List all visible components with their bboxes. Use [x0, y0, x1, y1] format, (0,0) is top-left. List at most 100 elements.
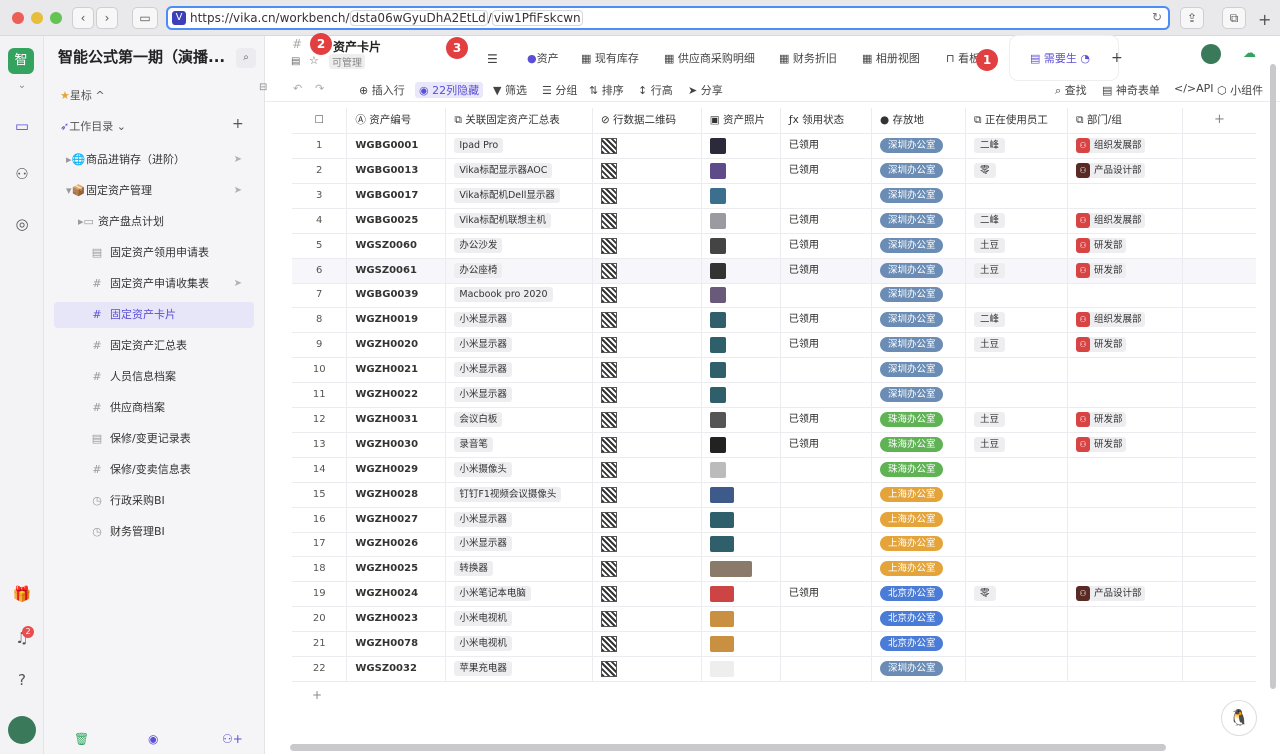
asset-id-cell[interactable]: WGZH0021	[347, 358, 447, 383]
help-icon[interactable]: ?	[12, 670, 32, 690]
table-row[interactable]: 1 WGBG0001 Ipad Pro 已领用 深圳办公室 二峰 ⚇ 组织发展部	[292, 134, 1256, 159]
add-view-icon[interactable]: +	[1111, 50, 1123, 66]
department-cell[interactable]	[1068, 632, 1183, 656]
linked-summary-cell[interactable]: 办公沙发	[446, 233, 593, 258]
employee-cell[interactable]: 二峰	[966, 208, 1068, 233]
widget-button[interactable]: ⬡ 小组件	[1217, 82, 1263, 98]
tabs-overview-icon[interactable]: ⧉	[1222, 7, 1246, 29]
linked-summary-cell[interactable]: Ipad Pro	[446, 134, 593, 158]
column-header[interactable]: ⊘ 行数据二维码	[593, 108, 702, 133]
gift-icon[interactable]: 🎁	[12, 584, 32, 604]
asset-id-cell[interactable]: WGSZ0061	[347, 258, 447, 283]
photo-cell[interactable]	[702, 532, 781, 557]
qr-code-thumbnail[interactable]	[600, 461, 617, 478]
asset-id-cell[interactable]: WGSZ0060	[347, 233, 447, 258]
address-bar[interactable]: V https://vika.cn/workbench/dsta06wGyuDh…	[166, 6, 1170, 30]
qr-code-cell[interactable]	[593, 557, 702, 582]
linked-summary-cell[interactable]: 小米显示器	[446, 358, 593, 383]
sidebar-item-summary[interactable]: # 固定资产汇总表	[54, 333, 254, 359]
asset-id-cell[interactable]: WGZH0030	[347, 432, 447, 457]
location-cell[interactable]: 深圳办公室	[872, 308, 966, 333]
asset-photo-thumbnail[interactable]	[709, 411, 726, 428]
qr-code-cell[interactable]	[593, 632, 702, 656]
qr-code-thumbnail[interactable]	[600, 636, 617, 652]
department-cell[interactable]	[1068, 358, 1183, 383]
redo-icon[interactable]: ↷	[315, 82, 324, 95]
column-header[interactable]: ⧉ 关联固定资产汇总表	[446, 108, 593, 133]
qr-code-thumbnail[interactable]	[600, 561, 617, 578]
asset-photo-thumbnail[interactable]	[709, 187, 726, 204]
qr-code-thumbnail[interactable]	[600, 187, 617, 204]
department-cell[interactable]: ⚇ 产品设计部	[1068, 158, 1183, 183]
table-row[interactable]: 8 WGZH0019 小米显示器 已领用 深圳办公室 二峰 ⚇ 组织发展部	[292, 308, 1256, 334]
location-cell[interactable]: 珠海办公室	[872, 407, 966, 432]
photo-cell[interactable]	[702, 308, 781, 333]
column-header[interactable]: ⧉ 正在使用员工	[966, 108, 1068, 133]
user-avatar[interactable]	[8, 716, 36, 744]
cloud-icon[interactable]: ☁	[1243, 46, 1256, 61]
photo-cell[interactable]	[702, 432, 781, 457]
status-cell[interactable]	[781, 358, 872, 383]
linked-record-chip[interactable]: 钉钉F1视频会议摄像头	[454, 486, 562, 502]
filter-button[interactable]: ▼ 筛选	[493, 82, 527, 98]
photo-cell[interactable]	[702, 457, 781, 482]
row-height-button[interactable]: ↕ 行高	[638, 82, 673, 98]
tab-depreciation[interactable]: ▦ 财务折旧	[779, 50, 837, 68]
employee-cell[interactable]	[966, 507, 1068, 532]
table-row[interactable]: 11 WGZH0022 小米显示器 深圳办公室	[292, 383, 1256, 408]
reload-icon[interactable]: ↻	[1152, 10, 1162, 24]
table-row[interactable]: 9 WGZH0020 小米显示器 已领用 深圳办公室 土豆 ⚇ 研发部	[292, 333, 1256, 359]
table-row[interactable]: 10 WGZH0021 小米显示器 深圳办公室	[292, 358, 1256, 384]
status-cell[interactable]: 已领用	[781, 233, 872, 258]
linked-summary-cell[interactable]: 小米显示器	[446, 308, 593, 333]
qr-code-cell[interactable]	[593, 283, 702, 308]
linked-record-chip[interactable]: Vika标配机联想主机	[454, 212, 551, 228]
photo-cell[interactable]	[702, 134, 781, 158]
status-cell[interactable]	[781, 283, 872, 308]
asset-id-cell[interactable]: WGZH0027	[347, 507, 447, 532]
status-cell[interactable]: 已领用	[781, 134, 872, 158]
share-icon[interactable]: ⇪	[1180, 7, 1204, 29]
employee-cell[interactable]: 零	[966, 158, 1068, 183]
department-cell[interactable]	[1068, 283, 1183, 308]
linked-summary-cell[interactable]: 小米摄像头	[446, 457, 593, 482]
photo-cell[interactable]	[702, 283, 781, 308]
tab-gallery[interactable]: ▦ 相册视图	[862, 50, 920, 68]
department-cell[interactable]	[1068, 607, 1183, 632]
qr-code-thumbnail[interactable]	[600, 536, 617, 553]
maximize-window-button[interactable]	[50, 12, 62, 24]
photo-cell[interactable]	[702, 407, 781, 432]
location-cell[interactable]: 深圳办公室	[872, 158, 966, 183]
asset-photo-thumbnail[interactable]	[709, 461, 726, 478]
linked-summary-cell[interactable]: 办公座椅	[446, 258, 593, 283]
department-cell[interactable]	[1068, 383, 1183, 407]
qr-code-thumbnail[interactable]	[600, 387, 617, 403]
photo-cell[interactable]	[702, 183, 781, 208]
linked-record-chip[interactable]: 小米显示器	[454, 362, 512, 378]
department-cell[interactable]	[1068, 507, 1183, 532]
undo-icon[interactable]: ↶	[293, 82, 302, 95]
asset-id-cell[interactable]: WGZH0028	[347, 482, 447, 507]
location-cell[interactable]: 北京办公室	[872, 632, 966, 656]
status-cell[interactable]	[781, 482, 872, 507]
department-cell[interactable]	[1068, 482, 1183, 507]
linked-record-chip[interactable]: 会议白板	[454, 411, 503, 427]
minimize-window-button[interactable]	[31, 12, 43, 24]
sidebar-item-staff[interactable]: # 人员信息档案	[54, 364, 254, 390]
employee-cell[interactable]: 土豆	[966, 233, 1068, 258]
view-list-icon[interactable]: ☰	[487, 52, 498, 66]
forward-icon[interactable]: ›	[96, 7, 118, 29]
location-cell[interactable]: 深圳办公室	[872, 208, 966, 233]
department-cell[interactable]: ⚇ 组织发展部	[1068, 134, 1183, 158]
column-header[interactable]: ƒx 领用状态	[781, 108, 872, 133]
qr-code-cell[interactable]	[593, 607, 702, 632]
sidebar-item-request-form[interactable]: ▤ 固定资产领用申请表	[54, 240, 254, 266]
asset-photo-thumbnail[interactable]	[709, 237, 726, 254]
asset-id-cell[interactable]: WGZH0031	[347, 407, 447, 432]
search-icon[interactable]: ⌕	[236, 48, 256, 68]
asset-photo-thumbnail[interactable]	[709, 636, 734, 652]
qr-code-thumbnail[interactable]	[600, 138, 617, 154]
status-cell[interactable]	[781, 632, 872, 656]
tab-needs[interactable]: ▤ 需要生 ◔	[1010, 36, 1118, 80]
qr-code-thumbnail[interactable]	[600, 586, 617, 603]
